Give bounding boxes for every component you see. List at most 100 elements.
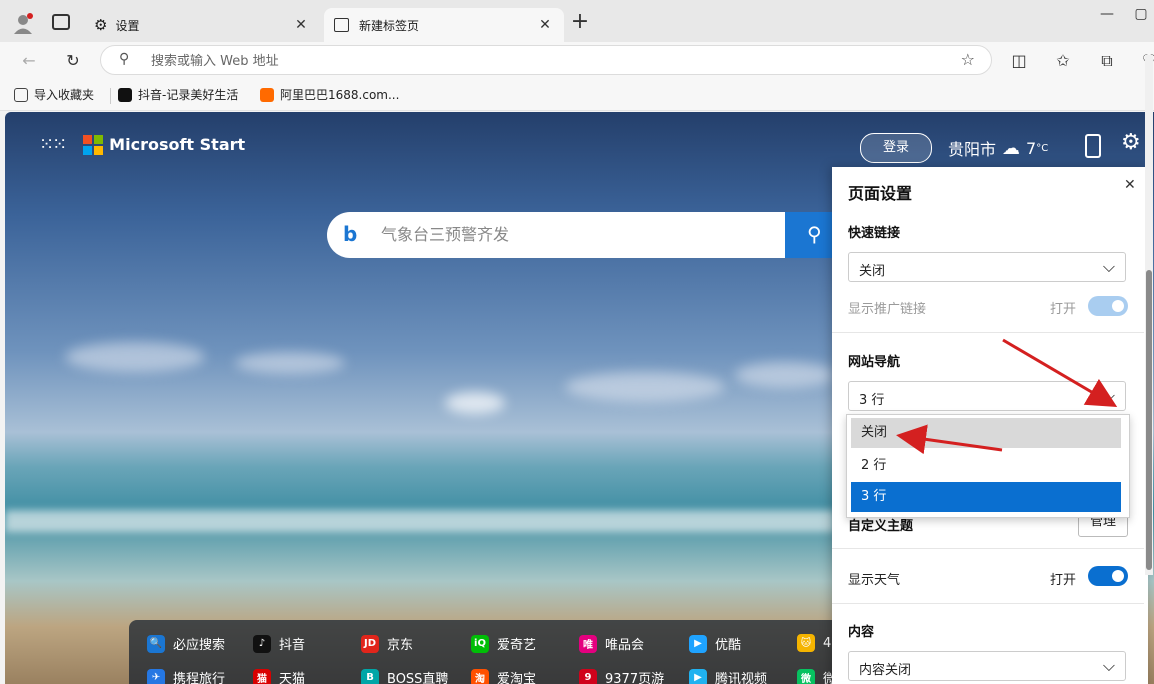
bing-search-box[interactable]: b ⚲ [327,212,867,258]
bookmarks-bar: 导入收藏夹 抖音-记录美好生活 阿里巴巴1688.com... [0,80,1154,111]
quick-link[interactable]: 猫天猫 [253,668,305,684]
content-label: 内容 [848,625,875,640]
cloud [735,362,835,388]
new-tab-button[interactable]: + [568,10,592,34]
quick-links-label: 快速链接 [848,226,901,241]
panel-scrollbar-thumb[interactable] [1146,270,1152,570]
close-tab-icon[interactable]: ✕ [292,17,310,33]
settings-gear-icon[interactable]: ⚙ [1121,130,1141,155]
dropdown-option-3-rows[interactable]: 3 行 [851,482,1121,512]
address-input[interactable] [149,50,933,72]
chevron-down-icon: ⌵ [1102,386,1115,405]
cloud [235,352,345,374]
quick-link-label: 天猫 [279,672,306,684]
favorite-star-icon[interactable]: ☆ [961,50,975,69]
weather-state: 打开 [1050,573,1077,588]
maximize-icon[interactable]: ▢ [1126,6,1154,22]
temperature-unit: °C [1036,142,1049,154]
quick-link-icon: 微 [797,668,815,684]
bookmark-label: 抖音-记录美好生活 [138,88,239,102]
tab-new-tab[interactable]: 新建标签页 ✕ [324,8,564,42]
dropdown-option-off[interactable]: 关闭 [851,418,1121,448]
back-icon[interactable]: ← [18,50,40,72]
favorites-icon[interactable]: ✩ [1052,50,1074,72]
brand-name[interactable]: Microsoft Start [109,135,245,154]
quick-link[interactable]: B BOSS直聘 [361,668,448,684]
collections-icon[interactable]: ⧉ [1096,50,1118,72]
quick-link-icon: iQ [471,634,489,653]
cloud [65,342,205,372]
bookmark-import[interactable]: 导入收藏夹 [14,86,94,103]
phone-icon[interactable] [1085,134,1101,158]
quick-link[interactable]: ▶ 腾讯视频 [689,668,767,684]
site-nav-label: 网站导航 [848,355,901,370]
tab-new-tab-label: 新建标签页 [359,18,420,33]
quick-link[interactable]: 淘爱淘宝 [471,668,536,684]
quick-link-label: 抖音 [279,638,306,653]
profile-icon [14,13,33,34]
close-tab-icon[interactable]: ✕ [536,17,554,33]
bing-search-input[interactable] [379,224,773,245]
bing-logo-icon: b [343,222,358,246]
quick-links-value: 关闭 [859,264,886,279]
profile-avatar[interactable] [12,12,34,34]
ms-start-header: ⁙⁙ Microsoft Start [39,134,245,155]
site-nav-value: 3 行 [859,393,885,408]
quick-link[interactable]: iQ 爱奇艺 [471,634,536,653]
quick-link[interactable]: 9 9377页游 [579,668,664,684]
quick-link-icon: 唯 [579,634,597,653]
site-nav-dropdown: 关闭 2 行 3 行 [846,414,1130,518]
quick-link[interactable]: JD 京东 [361,634,413,653]
promo-links-toggle[interactable] [1088,296,1128,316]
close-panel-icon[interactable]: ✕ [1124,177,1136,193]
tab-actions-icon[interactable] [52,14,70,30]
login-label: 登录 [882,140,909,155]
tab-strip: ⚙ 设置 ✕ 新建标签页 ✕ + — ▢ [0,0,1154,42]
apps-grid-icon[interactable]: ⁙⁙ [39,134,67,155]
quick-link-icon: 🔍 [147,634,165,653]
promo-links-state: 打开 [1050,302,1077,317]
tab-settings-label: 设置 [115,18,140,33]
search-icon: ⚲ [119,51,130,67]
quick-link-icon: ♪ [253,634,271,653]
quick-links: 🔍 必应搜索 ♪ 抖音 JD 京东 iQ 爱奇艺 唯唯品会 ▶ 优酷 🐱 4 ✈ 携程旅行 猫天猫 B BOSS直… [129,620,849,684]
split-screen-icon[interactable]: ◫ [1008,50,1030,72]
quick-link-icon: ▶ [689,634,707,653]
tab-settings[interactable]: ⚙ 设置 ✕ [84,8,320,42]
quick-link[interactable]: 🔍 必应搜索 [147,634,225,653]
quick-link-label: BOSS直聘 [387,672,449,684]
quick-links-select[interactable]: 关闭 ⌵ [848,252,1126,282]
login-button[interactable]: 登录 [860,133,932,163]
gear-icon: ⚙ [94,16,108,34]
quick-link[interactable]: ✈ 携程旅行 [147,668,225,684]
chevron-down-icon: ⌵ [1102,257,1115,276]
site-nav-select[interactable]: 3 行 ⌵ [848,381,1126,411]
address-bar[interactable]: ⚲ ☆ [100,45,992,75]
weather-label: 显示天气 [848,573,901,588]
quick-link[interactable]: 🐱 4 [797,634,831,652]
douyin-icon [118,87,132,102]
bookmark-1688[interactable]: 阿里巴巴1688.com... [260,86,399,103]
quick-link[interactable]: 唯唯品会 [579,634,644,653]
refresh-icon[interactable]: ↻ [62,50,84,72]
quick-link-icon: 猫 [253,668,271,684]
panel-title: 页面设置 [848,184,913,203]
wave-foam [5,510,835,532]
quick-link-icon: ▶ [689,668,707,684]
content-value: 内容关闭 [859,663,912,678]
quick-link[interactable]: ♪ 抖音 [253,634,305,653]
bookmark-label: 阿里巴巴1688.com... [280,88,400,102]
quick-link-label: 9377页游 [605,672,665,684]
content-select[interactable]: 内容关闭 ⌵ [848,651,1126,681]
newtab-icon [334,18,349,32]
promo-links-label: 显示推广链接 [848,302,927,317]
temperature: 7 [1026,138,1037,158]
quick-link[interactable]: ▶ 优酷 [689,634,741,653]
weather-toggle[interactable] [1088,566,1128,586]
bookmark-douyin[interactable]: 抖音-记录美好生活 [118,86,238,103]
weather-widget[interactable]: 贵阳市 ☁ 7 °C [948,136,1048,160]
dropdown-option-2-rows[interactable]: 2 行 [851,451,1121,481]
quick-link-icon: 🐱 [797,634,815,652]
chevron-down-icon: ⌵ [1102,656,1115,675]
minimize-icon[interactable]: — [1092,6,1122,22]
